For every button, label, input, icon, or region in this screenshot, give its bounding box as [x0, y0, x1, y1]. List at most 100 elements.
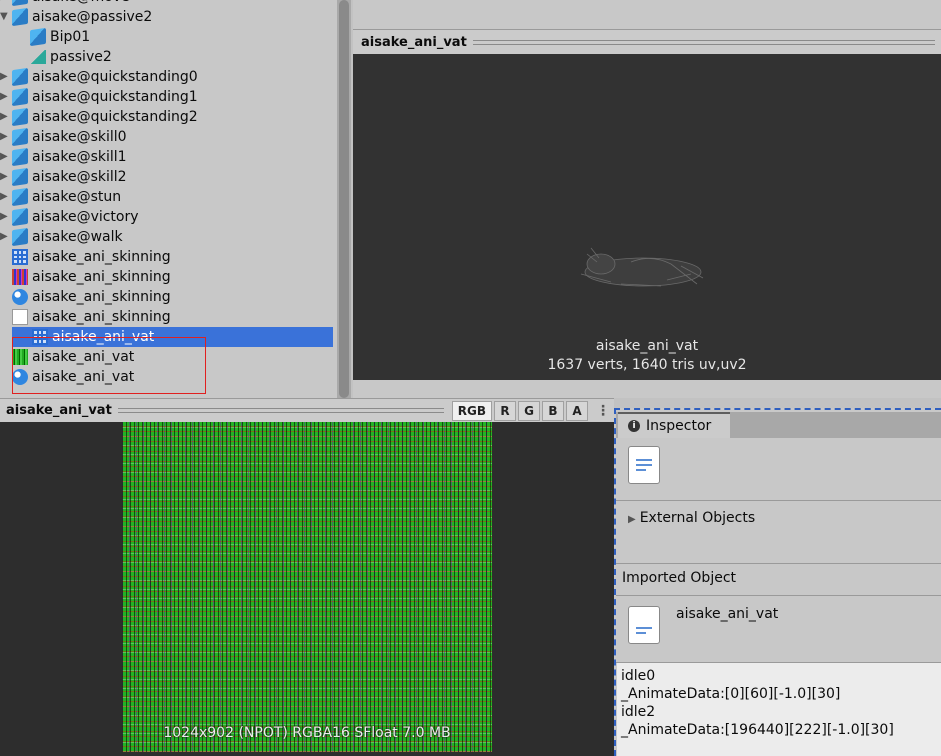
tree-item[interactable]: aisake_ani_skinning — [0, 247, 337, 267]
header-grip[interactable] — [117, 408, 444, 413]
imported-object-label: Imported Object — [622, 570, 737, 586]
tree-item-label: aisake@skill0 — [32, 129, 127, 145]
channel-button-a[interactable]: A — [566, 400, 588, 421]
tree-item[interactable]: passive2 — [0, 47, 337, 67]
tree-item-label: aisake@quickstanding1 — [32, 89, 198, 105]
tree-item-label: aisake@skill2 — [32, 169, 127, 185]
more-menu-icon[interactable]: ⋮ — [596, 403, 610, 419]
prefab-icon — [12, 127, 28, 147]
text-asset-content: idle0 _AnimateData:[0][60][-1.0][30] idle2… — [617, 663, 941, 756]
animation-clip-icon — [30, 50, 46, 64]
text-line: _AnimateData:[0][60][-1.0][30] — [621, 686, 841, 702]
channel-button-rgb[interactable]: RGB — [451, 400, 492, 421]
channel-button-g[interactable]: G — [518, 400, 540, 421]
prefab-icon — [12, 227, 28, 247]
tree-item[interactable]: ▶ aisake@stun — [0, 187, 337, 207]
preview-title: aisake_ani_vat — [361, 34, 467, 50]
tree-item[interactable]: ▶ aisake@quickstanding1 — [0, 87, 337, 107]
preview-bottom-bar — [353, 380, 941, 398]
tree-item-label: aisake@quickstanding2 — [32, 109, 198, 125]
divider — [616, 563, 941, 564]
tree-item[interactable]: aisake_ani_skinning — [0, 267, 337, 287]
preview-header: aisake_ani_vat — [353, 30, 941, 54]
expand-arrow-icon[interactable]: ▶ — [0, 171, 12, 183]
tree-item[interactable]: ▶ aisake@victory — [0, 207, 337, 227]
tree-item-label: aisake_ani_skinning — [32, 309, 171, 325]
tree-item-label: aisake_ani_skinning — [32, 249, 171, 265]
tree-item[interactable]: ▶ aisake@quickstanding0 — [0, 67, 337, 87]
texture-preview-title: aisake_ani_vat — [6, 403, 112, 418]
tree-item[interactable]: aisake_ani_skinning — [0, 287, 337, 307]
text-asset-icon — [12, 309, 28, 325]
prefab-icon — [12, 0, 28, 7]
model-preview-viewport[interactable] — [353, 54, 941, 380]
tree-item[interactable]: ▼ aisake@passive2 — [0, 7, 337, 27]
tree-item[interactable]: ▶ aisake@skill2 — [0, 167, 337, 187]
text-asset-icon — [628, 446, 660, 484]
texture-preview-header: aisake_ani_vat RGB R G B A ⋮ — [0, 398, 614, 422]
channel-button-r[interactable]: R — [494, 400, 516, 421]
expand-arrow-icon[interactable]: ▶ — [0, 91, 12, 103]
tree-item-label: aisake@quickstanding0 — [32, 69, 198, 85]
tree-item[interactable]: aisake_ani_skinning — [0, 307, 337, 327]
expand-arrow-icon[interactable]: ▶ — [0, 71, 12, 83]
divider — [616, 500, 941, 501]
tree-item[interactable]: ▶ aisake@move — [0, 0, 337, 7]
preview-mesh-info: 1637 verts, 1640 tris uv,uv2 — [547, 357, 747, 373]
tab-inspector[interactable]: i Inspector — [618, 412, 730, 438]
expand-arrow-icon[interactable]: ▶ — [0, 231, 12, 243]
info-icon: i — [628, 420, 640, 432]
tree-item-label: Bip01 — [50, 29, 91, 45]
header-grip[interactable] — [472, 39, 935, 45]
highlight-box — [12, 337, 206, 394]
expand-arrow-icon[interactable]: ▶ — [0, 211, 12, 223]
channel-button-b[interactable]: B — [542, 400, 564, 421]
expand-arrow-icon[interactable]: ▶ — [0, 131, 12, 143]
model-wireframe — [580, 247, 704, 287]
divider — [616, 595, 941, 596]
inspector-tab-label: Inspector — [646, 418, 712, 434]
prefab-icon — [12, 87, 28, 107]
text-asset-icon — [628, 606, 660, 644]
tree-item[interactable]: ▶ aisake@skill1 — [0, 147, 337, 167]
prefab-icon — [12, 207, 28, 227]
tree-item-label: aisake_ani_skinning — [32, 289, 171, 305]
channel-buttons: RGB R G B A — [450, 400, 588, 421]
text-line: idle0 — [621, 668, 656, 684]
tree-item[interactable]: ▶ aisake@skill0 — [0, 127, 337, 147]
expand-arrow-icon[interactable]: ▼ — [0, 11, 12, 23]
expand-arrow-icon[interactable]: ▶ — [0, 111, 12, 123]
prefab-icon — [12, 7, 28, 27]
prefab-icon — [12, 107, 28, 127]
mesh-grid-icon — [12, 249, 28, 265]
external-objects-foldout[interactable]: ▶ External Objects — [628, 510, 755, 526]
tree-item[interactable]: ▶ aisake@walk — [0, 227, 337, 247]
preview-object-name: aisake_ani_vat — [595, 338, 699, 354]
tree-item[interactable]: Bip01 — [0, 27, 337, 47]
vat-texture-image — [122, 422, 492, 752]
expand-arrow-icon[interactable]: ▶ — [0, 0, 12, 3]
tree-item-label: aisake@walk — [32, 229, 123, 245]
external-objects-label: External Objects — [639, 510, 756, 526]
prefab-icon — [30, 27, 46, 47]
texture-noise-icon — [12, 269, 28, 285]
tree-scrollbar-thumb[interactable] — [339, 0, 349, 398]
expand-arrow-icon[interactable]: ▶ — [0, 151, 12, 163]
tree-item-label: aisake@move — [32, 0, 130, 5]
text-line: _AnimateData:[196440][222][-1.0][30] — [621, 722, 894, 738]
prefab-icon — [12, 187, 28, 207]
expand-arrow-icon[interactable]: ▶ — [0, 191, 12, 203]
tree-item[interactable]: ▶ aisake@quickstanding2 — [0, 107, 337, 127]
tree-item-label: aisake_ani_skinning — [32, 269, 171, 285]
imported-object-name: aisake_ani_vat — [676, 606, 779, 622]
text-line: idle2 — [621, 704, 656, 720]
tree-item-label: passive2 — [50, 49, 112, 65]
